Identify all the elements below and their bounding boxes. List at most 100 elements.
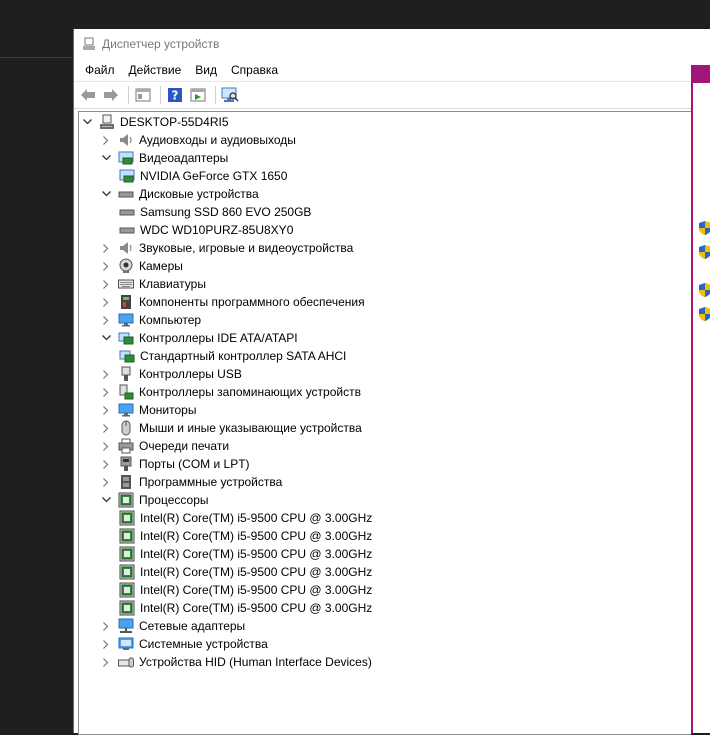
chevron-right-icon[interactable] xyxy=(100,275,112,293)
chevron-down-icon[interactable] xyxy=(100,491,112,509)
back-button[interactable] xyxy=(78,85,98,105)
help-button[interactable]: ? xyxy=(165,85,185,105)
tree-device[interactable]: Intel(R) Core(TM) i5-9500 CPU @ 3.00GHz xyxy=(119,527,372,545)
tree-category[interactable]: Устройства HID (Human Interface Devices) xyxy=(100,653,372,671)
chevron-down-icon[interactable] xyxy=(81,113,93,131)
tree-device[interactable]: WDC WD10PURZ-85U8XY0 xyxy=(119,221,293,239)
chevron-right-icon[interactable] xyxy=(100,293,112,311)
right-overlapping-window xyxy=(691,65,710,733)
tree-root[interactable]: DESKTOP-55D4RI5 xyxy=(81,113,229,131)
tree-category[interactable]: Порты (COM и LPT) xyxy=(100,455,250,473)
update-driver-button[interactable] xyxy=(188,85,208,105)
menu-help[interactable]: Справка xyxy=(224,63,285,77)
tree-item-label: Процессоры xyxy=(139,493,209,507)
uac-shield-icon xyxy=(699,283,710,297)
tree-category[interactable]: Компоненты программного обеспечения xyxy=(100,293,365,311)
tree-category[interactable]: Контроллеры IDE ATA/ATAPI xyxy=(100,329,298,347)
monitor-icon xyxy=(118,312,134,328)
chevron-right-icon[interactable] xyxy=(100,365,112,383)
tree-category[interactable]: Сетевые адаптеры xyxy=(100,617,245,635)
tree-category[interactable]: Звуковые, игровые и видеоустройства xyxy=(100,239,353,257)
chevron-right-icon[interactable] xyxy=(100,239,112,257)
tree-item-label: Видеоадаптеры xyxy=(139,151,229,165)
tree-device[interactable]: Intel(R) Core(TM) i5-9500 CPU @ 3.00GHz xyxy=(119,545,372,563)
menu-view[interactable]: Вид xyxy=(188,63,224,77)
uac-shield-icon xyxy=(699,221,710,235)
software-device-icon xyxy=(118,474,134,490)
tree-category[interactable]: Процессоры xyxy=(100,491,209,509)
chevron-down-icon[interactable] xyxy=(100,149,112,167)
window-title: Диспетчер устройств xyxy=(102,37,220,51)
camera-icon xyxy=(118,258,134,274)
help-icon: ? xyxy=(168,88,182,103)
tree-category[interactable]: Контроллеры запоминающих устройств xyxy=(100,383,361,401)
right-window-titlebar[interactable] xyxy=(693,65,710,83)
chevron-right-icon[interactable] xyxy=(100,131,112,149)
menu-file[interactable]: Файл xyxy=(78,63,122,77)
chevron-down-icon[interactable] xyxy=(100,329,112,347)
printer-icon xyxy=(118,438,134,454)
tree-device[interactable]: Intel(R) Core(TM) i5-9500 CPU @ 3.00GHz xyxy=(119,563,372,581)
chevron-right-icon[interactable] xyxy=(100,617,112,635)
tree-item-label: Дисковые устройства xyxy=(139,187,259,201)
network-adapter-icon xyxy=(118,618,134,634)
chevron-right-icon[interactable] xyxy=(100,311,112,329)
chevron-right-icon[interactable] xyxy=(100,635,112,653)
tree-item-label: Мыши и иные указывающие устройства xyxy=(139,421,362,435)
tree-category[interactable]: Аудиовходы и аудиовыходы xyxy=(100,131,296,149)
tree-device[interactable]: Intel(R) Core(TM) i5-9500 CPU @ 3.00GHz xyxy=(119,599,372,617)
uac-shield-icon xyxy=(699,307,710,321)
tree-item-label: NVIDIA GeForce GTX 1650 xyxy=(140,169,288,183)
tree-category[interactable]: Камеры xyxy=(100,257,183,275)
ide-controller-icon xyxy=(118,330,134,346)
tree-category[interactable]: Контроллеры USB xyxy=(100,365,242,383)
display-adapter-icon xyxy=(118,150,134,166)
cpu-icon xyxy=(118,492,134,508)
monitor-icon xyxy=(118,402,134,418)
tree-device[interactable]: Стандартный контроллер SATA AHCI xyxy=(119,347,346,365)
tree-item-label: Intel(R) Core(TM) i5-9500 CPU @ 3.00GHz xyxy=(140,529,373,543)
menu-bar: Файл Действие Вид Справка xyxy=(74,59,710,81)
tree-category[interactable]: Очереди печати xyxy=(100,437,229,455)
chevron-right-icon[interactable] xyxy=(100,401,112,419)
chevron-right-icon[interactable] xyxy=(100,383,112,401)
tree-category[interactable]: Компьютер xyxy=(100,311,201,329)
tree-item-label: Программные устройства xyxy=(139,475,283,489)
tree-item-label: Звуковые, игровые и видеоустройства xyxy=(139,241,354,255)
scan-hardware-button[interactable] xyxy=(220,85,240,105)
tree-item-label: Клавиатуры xyxy=(139,277,206,291)
tree-category[interactable]: Клавиатуры xyxy=(100,275,206,293)
toolbar-separator xyxy=(128,86,129,104)
tree-category[interactable]: Видеоадаптеры xyxy=(100,149,228,167)
port-icon xyxy=(118,456,134,472)
tree-category[interactable]: Мониторы xyxy=(100,401,196,419)
chevron-down-icon[interactable] xyxy=(100,185,112,203)
tree-device[interactable]: Intel(R) Core(TM) i5-9500 CPU @ 3.00GHz xyxy=(119,509,372,527)
device-tree[interactable]: DESKTOP-55D4RI5 Аудиовходы и аудиовыходы В… xyxy=(78,111,691,735)
tree-item-label: Intel(R) Core(TM) i5-9500 CPU @ 3.00GHz xyxy=(140,565,373,579)
tree-item-label: Контроллеры запоминающих устройств xyxy=(139,385,361,399)
tree-category[interactable]: Дисковые устройства xyxy=(100,185,259,203)
tree-device[interactable]: Intel(R) Core(TM) i5-9500 CPU @ 3.00GHz xyxy=(119,581,372,599)
menu-action[interactable]: Действие xyxy=(122,63,189,77)
tree-category[interactable]: Программные устройства xyxy=(100,473,282,491)
title-bar[interactable]: Диспетчер устройств xyxy=(74,29,710,59)
properties-icon xyxy=(135,88,151,102)
tree-item-label: Контроллеры USB xyxy=(139,367,242,381)
chevron-right-icon[interactable] xyxy=(100,653,112,671)
chevron-right-icon[interactable] xyxy=(100,455,112,473)
chevron-right-icon[interactable] xyxy=(100,437,112,455)
properties-button[interactable] xyxy=(133,85,153,105)
disk-drive-icon xyxy=(119,222,135,238)
forward-button[interactable] xyxy=(101,85,121,105)
ide-controller-icon xyxy=(119,348,135,364)
chevron-right-icon[interactable] xyxy=(100,257,112,275)
tree-category[interactable]: Мыши и иные указывающие устройства xyxy=(100,419,362,437)
usb-icon xyxy=(118,366,134,382)
chevron-right-icon[interactable] xyxy=(100,473,112,491)
tree-item-label: Стандартный контроллер SATA AHCI xyxy=(140,349,347,363)
tree-category[interactable]: Системные устройства xyxy=(100,635,268,653)
tree-device[interactable]: NVIDIA GeForce GTX 1650 xyxy=(119,167,287,185)
tree-device[interactable]: Samsung SSD 860 EVO 250GB xyxy=(119,203,311,221)
chevron-right-icon[interactable] xyxy=(100,419,112,437)
